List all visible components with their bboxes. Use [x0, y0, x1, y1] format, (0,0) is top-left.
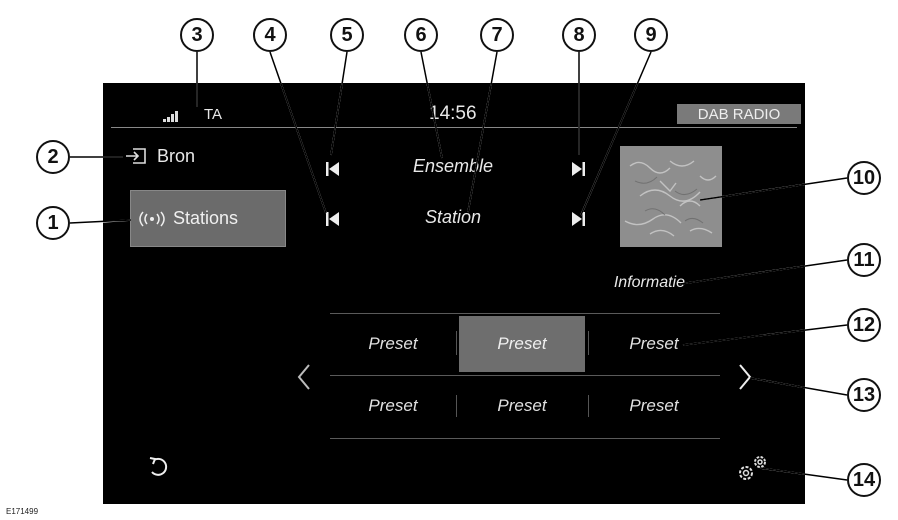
ensemble-previous-button[interactable] — [326, 161, 340, 177]
callout-13: 13 — [847, 378, 881, 412]
callout-4: 4 — [253, 18, 287, 52]
station-name: Station — [424, 207, 482, 227]
preset-label: Preset — [497, 396, 547, 415]
figure-id: E171499 — [6, 507, 39, 516]
callout-14: 14 — [847, 463, 881, 497]
preset-button-6[interactable]: Preset — [591, 378, 717, 434]
preset-button-1[interactable]: Preset — [330, 316, 456, 372]
station-artwork — [620, 146, 722, 247]
clock: 14:56 — [429, 103, 477, 124]
chevron-right-icon[interactable] — [737, 363, 753, 391]
preset-separator — [456, 331, 457, 355]
callout-10: 10 — [847, 161, 881, 195]
callout-1: 1 — [36, 206, 70, 240]
preset-button-4[interactable]: Preset — [330, 378, 456, 434]
callout-8: 8 — [562, 18, 596, 52]
ensemble-name: Ensemble — [412, 156, 494, 176]
callout-2: 2 — [36, 140, 70, 174]
callout-12: 12 — [847, 308, 881, 342]
preset-label: Preset — [497, 334, 547, 353]
callout-11: 11 — [847, 243, 881, 277]
signal-strength-icon — [163, 111, 178, 122]
preset-separator — [588, 395, 589, 417]
source-button[interactable]: Bron — [125, 141, 265, 171]
preset-label: Preset — [629, 396, 679, 415]
station-previous-button[interactable] — [326, 211, 340, 227]
station-artwork-image — [620, 146, 722, 247]
broadcast-waves-icon — [139, 211, 165, 226]
information-button[interactable]: Informatie — [573, 274, 685, 292]
status-divider — [111, 127, 797, 128]
preset-separator — [456, 395, 457, 417]
preset-button-2-selected[interactable]: Preset — [459, 316, 585, 372]
callout-3: 3 — [180, 18, 214, 52]
stations-button[interactable]: Stations — [130, 190, 286, 247]
preset-separator — [588, 331, 589, 355]
source-mode-badge: DAB RADIO — [677, 104, 801, 124]
preset-label: Preset — [368, 334, 418, 353]
ensemble-next-button[interactable] — [571, 161, 585, 177]
callout-6: 6 — [404, 18, 438, 52]
stations-button-label: Stations — [173, 208, 239, 228]
presets-top-divider — [330, 313, 720, 314]
preset-button-5[interactable]: Preset — [459, 378, 585, 434]
traffic-announcement-indicator: TA — [204, 106, 223, 123]
station-next-button[interactable] — [571, 211, 585, 227]
callout-9: 9 — [634, 18, 668, 52]
source-input-icon — [126, 148, 146, 164]
settings-gears-icon[interactable] — [735, 453, 771, 483]
presets-bottom-divider — [330, 438, 720, 439]
source-button-label: Bron — [157, 145, 196, 166]
preset-label: Preset — [368, 396, 418, 415]
callout-5: 5 — [330, 18, 364, 52]
dab-radio-screen: TA 14:56 DAB RADIO Bron Stations Ensembl… — [103, 83, 805, 504]
callout-7: 7 — [480, 18, 514, 52]
preset-button-3[interactable]: Preset — [591, 316, 717, 372]
back-arrow-icon[interactable] — [148, 456, 168, 480]
presets-middle-divider — [330, 375, 720, 376]
chevron-left-icon[interactable] — [296, 363, 312, 391]
preset-label: Preset — [629, 334, 679, 353]
